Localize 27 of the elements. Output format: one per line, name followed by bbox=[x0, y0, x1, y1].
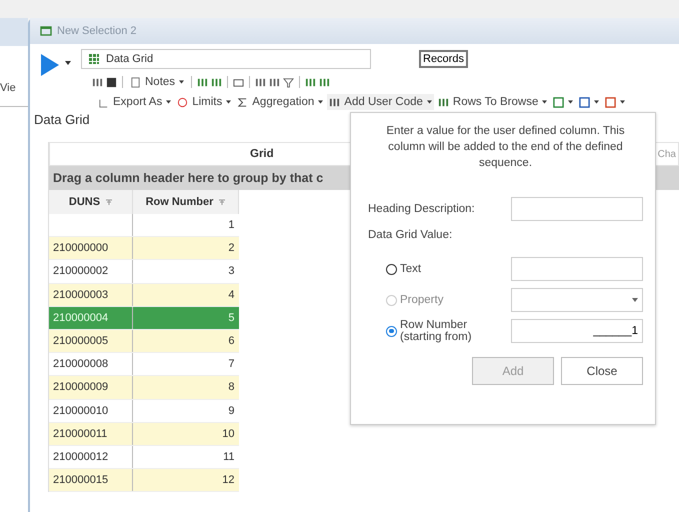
table-cell: 8 bbox=[132, 376, 238, 399]
table-cell: 5 bbox=[132, 306, 238, 330]
table-cell: 210000009 bbox=[49, 376, 132, 399]
table-cell: 6 bbox=[132, 329, 238, 353]
table-cell: 210000011 bbox=[49, 422, 132, 446]
instructions-text: Enter a value for the user defined column. This column will be added to the end of the defined sequence. bbox=[385, 124, 626, 171]
window-title: New Selection 2 bbox=[57, 25, 136, 37]
table-cell: 210000002 bbox=[49, 260, 132, 284]
table-cell: 210000000 bbox=[49, 236, 132, 260]
option-label: Property bbox=[400, 294, 444, 306]
table-cell: 210000005 bbox=[49, 329, 132, 353]
table-cell: 10 bbox=[132, 422, 238, 446]
table-cell: 3 bbox=[132, 260, 238, 284]
heading-label: Heading Description: bbox=[368, 203, 475, 215]
table-cell: 210000010 bbox=[49, 399, 132, 422]
table-cell: 210000004 bbox=[49, 306, 132, 330]
table-cell: 210000003 bbox=[49, 283, 132, 306]
table-cell: 4 bbox=[132, 283, 238, 306]
grid-title: Grid bbox=[250, 148, 274, 160]
option-label: Row Number (starting from) bbox=[400, 319, 472, 343]
group-hint: Drag a column header here to group by that c bbox=[53, 171, 324, 185]
value-label: Data Grid Value: bbox=[368, 229, 454, 241]
table-cell: 12 bbox=[132, 468, 238, 492]
table-cell: 9 bbox=[132, 399, 238, 422]
option-label: Text bbox=[400, 263, 422, 275]
table-cell: 210000015 bbox=[49, 468, 132, 492]
table-cell: 2 bbox=[132, 236, 238, 260]
